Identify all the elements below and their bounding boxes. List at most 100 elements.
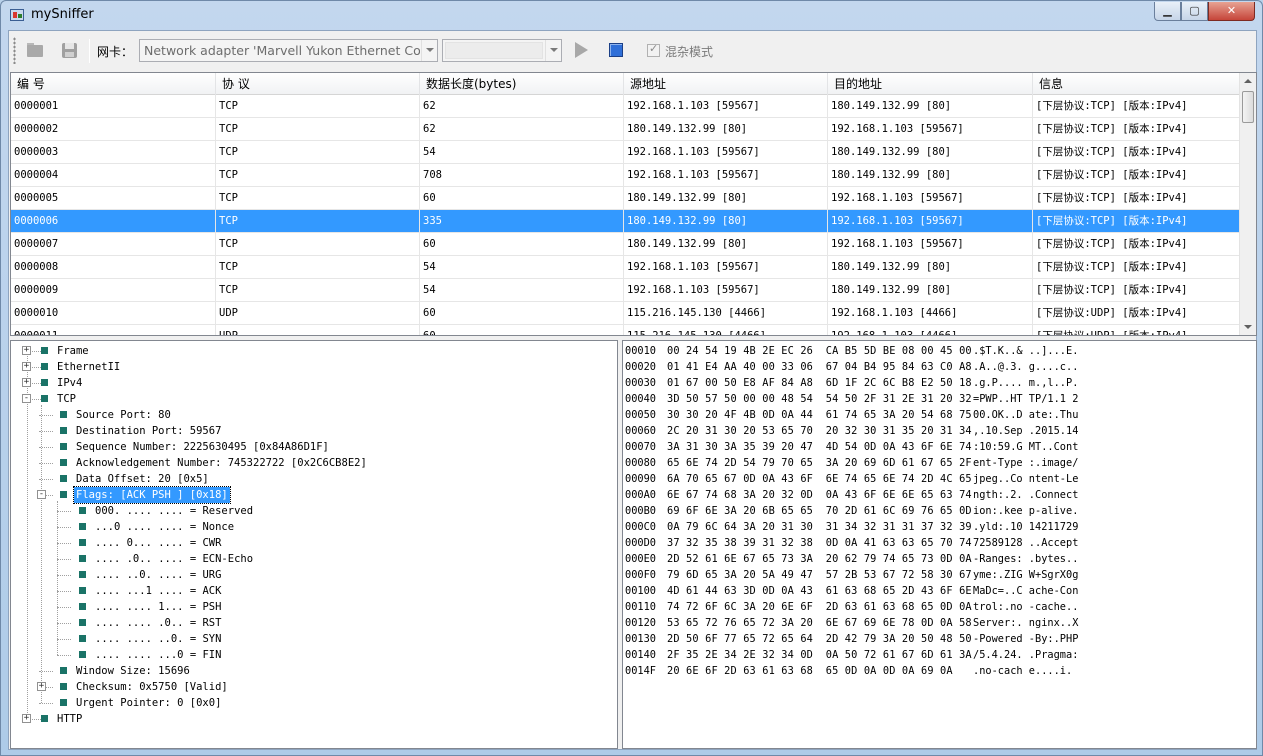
tree-node[interactable]: Data Offset: 20 [0x5] [11, 471, 611, 487]
tree-node[interactable]: .... .... .0.. = RST [11, 615, 611, 631]
hex-bytes: 69 6F 6E 3A 20 6B 65 65 70 2D 61 6C 69 7… [667, 505, 972, 517]
adapter-select[interactable]: Network adapter 'Marvell Yukon Ethernet … [139, 39, 438, 62]
tree-node[interactable]: Window Size: 15696 [11, 663, 611, 679]
scroll-up-icon[interactable] [1244, 79, 1252, 83]
save-disk-icon[interactable] [61, 42, 79, 58]
title-bar[interactable]: mySniffer ▁ ▢ ✕ [1, 1, 1262, 30]
column-header-destination[interactable]: 目的地址 [828, 73, 1033, 95]
tree-node[interactable]: 000. .... .... = Reserved [11, 503, 611, 519]
tree-node-label[interactable]: .... .... ..0. = SYN [95, 631, 221, 647]
tree-node-label[interactable]: .... 0... .... = CWR [95, 535, 221, 551]
tree-node-label[interactable]: .... .... ...0 = FIN [95, 647, 221, 663]
expand-icon[interactable]: + [22, 362, 31, 371]
tree-node-label[interactable]: 000. .... .... = Reserved [95, 503, 253, 519]
tree-node[interactable]: .... .0.. .... = ECN-Echo [11, 551, 611, 567]
tree-node[interactable]: Acknowledgement Number: 745322722 [0x2C6… [11, 455, 611, 471]
packet-detail-tree[interactable]: + Frame + EthernetII + IPv4 - TCP Source Port: 8… [10, 340, 618, 749]
scroll-down-icon[interactable] [1244, 325, 1252, 329]
close-button[interactable]: ✕ [1208, 2, 1255, 21]
tree-node[interactable]: .... .... 1... = PSH [11, 599, 611, 615]
packet-list-scrollbar[interactable] [1239, 73, 1256, 335]
hex-bytes: 6A 70 65 67 0D 0A 43 6F 6E 74 65 6E 74 2… [667, 473, 972, 485]
table-row[interactable]: 0000008 TCP 54 192.168.1.103 [59567] 180.149… [11, 256, 1241, 279]
tree-node-label[interactable]: Flags: [ACK PSH ] [0x18] [73, 486, 231, 504]
tree-node[interactable]: .... ..0. .... = URG [11, 567, 611, 583]
column-header-number[interactable]: 编 号 [11, 73, 216, 95]
open-folder-icon[interactable] [26, 42, 44, 58]
table-cell: [下层协议:TCP] [版本:IPv4] [1033, 141, 1241, 164]
tree-node-label[interactable]: Source Port: 80 [76, 407, 171, 423]
table-row[interactable]: 0000001 TCP 62 192.168.1.103 [59567] 180.149… [11, 95, 1241, 118]
tree-node[interactable]: .... .... ..0. = SYN [11, 631, 611, 647]
tree-node[interactable]: - TCP [11, 391, 611, 407]
column-header-info[interactable]: 信息 [1033, 73, 1241, 95]
tree-node[interactable]: ...0 .... .... = Nonce [11, 519, 611, 535]
column-header-protocol[interactable]: 协 议 [216, 73, 420, 95]
hex-dump-view[interactable]: 00010 00 24 54 19 4B 2E EC 26 CA B5 5D BE… [622, 340, 1257, 749]
tree-node-label[interactable]: Acknowledgement Number: 745322722 [0x2C6… [76, 455, 367, 471]
filter-select-value[interactable] [445, 42, 543, 59]
tree-node-icon [79, 635, 86, 642]
stop-capture-icon[interactable] [609, 43, 623, 57]
table-row[interactable]: 0000010 UDP 60 115.216.145.130 [4466] 192.16… [11, 302, 1241, 325]
tree-node-label[interactable]: .... .... 1... = PSH [95, 599, 221, 615]
tree-node-label[interactable]: HTTP [57, 711, 82, 727]
column-header-length[interactable]: 数据长度(bytes) [420, 73, 624, 95]
tree-node[interactable]: Sequence Number: 2225630495 [0x84A86D1F] [11, 439, 611, 455]
tree-node-label[interactable]: EthernetII [57, 359, 120, 375]
tree-node-label[interactable]: IPv4 [57, 375, 82, 391]
minimize-button[interactable]: ▁ [1154, 2, 1181, 21]
column-header-source[interactable]: 源地址 [624, 73, 828, 95]
table-cell: 0000008 [11, 256, 216, 279]
scrollbar-thumb[interactable] [1242, 91, 1254, 123]
tree-node-label[interactable]: Window Size: 15696 [76, 663, 190, 679]
table-row[interactable]: 0000003 TCP 54 192.168.1.103 [59567] 180.149… [11, 141, 1241, 164]
tree-node[interactable]: + EthernetII [11, 359, 611, 375]
packet-list[interactable]: 编 号 协 议 数据长度(bytes) 源地址 目的地址 信息 0000001 T… [10, 72, 1257, 336]
table-row[interactable]: 0000005 TCP 60 180.149.132.99 [80] 192.168.1… [11, 187, 1241, 210]
tree-node-label[interactable]: Frame [57, 343, 89, 359]
tree-node[interactable]: Source Port: 80 [11, 407, 611, 423]
tree-node-label[interactable]: Urgent Pointer: 0 [0x0] [76, 695, 221, 711]
expand-icon[interactable]: + [37, 682, 46, 691]
tree-node[interactable]: .... 0... .... = CWR [11, 535, 611, 551]
table-row[interactable]: 0000007 TCP 60 180.149.132.99 [80] 192.168.1… [11, 233, 1241, 256]
tree-node[interactable]: + Frame [11, 343, 611, 359]
table-row[interactable]: 0000004 TCP 708 192.168.1.103 [59567] 180.14… [11, 164, 1241, 187]
promiscuous-checkbox[interactable] [647, 42, 660, 57]
tree-node[interactable]: .... ...1 .... = ACK [11, 583, 611, 599]
toolbar-grip-icon[interactable] [13, 37, 16, 64]
tree-node[interactable]: .... .... ...0 = FIN [11, 647, 611, 663]
table-row[interactable]: 0000002 TCP 62 180.149.132.99 [80] 192.168.1… [11, 118, 1241, 141]
table-row[interactable]: 0000011 UDP 60 115.216.145.130 [4466] 192.16… [11, 325, 1241, 335]
expand-icon[interactable]: + [22, 714, 31, 723]
tree-node-label[interactable]: Destination Port: 59567 [76, 423, 221, 439]
tree-node-label[interactable]: Data Offset: 20 [0x5] [76, 471, 209, 487]
expand-icon[interactable]: + [22, 378, 31, 387]
table-row[interactable]: 0000009 TCP 54 192.168.1.103 [59567] 180.149… [11, 279, 1241, 302]
tree-node[interactable]: + IPv4 [11, 375, 611, 391]
start-capture-icon[interactable] [575, 42, 588, 58]
hex-ascii: .A..@.3. g....c.. [973, 361, 1079, 373]
maximize-button[interactable]: ▢ [1181, 2, 1208, 21]
tree-node-label[interactable]: TCP [57, 391, 76, 407]
collapse-icon[interactable]: - [37, 490, 46, 499]
chevron-down-icon[interactable] [421, 40, 437, 61]
tree-node[interactable]: + HTTP [11, 711, 611, 727]
tree-node-label[interactable]: .... .... .0.. = RST [95, 615, 221, 631]
tree-node-label[interactable]: .... ...1 .... = ACK [95, 583, 221, 599]
chevron-down-icon[interactable] [545, 40, 561, 61]
tree-node-label[interactable]: ...0 .... .... = Nonce [95, 519, 234, 535]
tree-node[interactable]: Urgent Pointer: 0 [0x0] [11, 695, 611, 711]
expand-icon[interactable]: + [22, 346, 31, 355]
tree-node-label[interactable]: .... .0.. .... = ECN-Echo [95, 551, 253, 567]
tree-node[interactable]: + Checksum: 0x5750 [Valid] [11, 679, 611, 695]
tree-node[interactable]: Destination Port: 59567 [11, 423, 611, 439]
tree-node-label[interactable]: .... ..0. .... = URG [95, 567, 221, 583]
table-row[interactable]: 0000006 TCP 335 180.149.132.99 [80] 192.168.… [11, 210, 1241, 233]
tree-node-label[interactable]: Sequence Number: 2225630495 [0x84A86D1F] [76, 439, 329, 455]
tree-node-label[interactable]: Checksum: 0x5750 [Valid] [76, 679, 228, 695]
tree-node[interactable]: - Flags: [ACK PSH ] [0x18] [11, 486, 611, 504]
filter-select[interactable] [442, 39, 562, 62]
collapse-icon[interactable]: - [22, 394, 31, 403]
